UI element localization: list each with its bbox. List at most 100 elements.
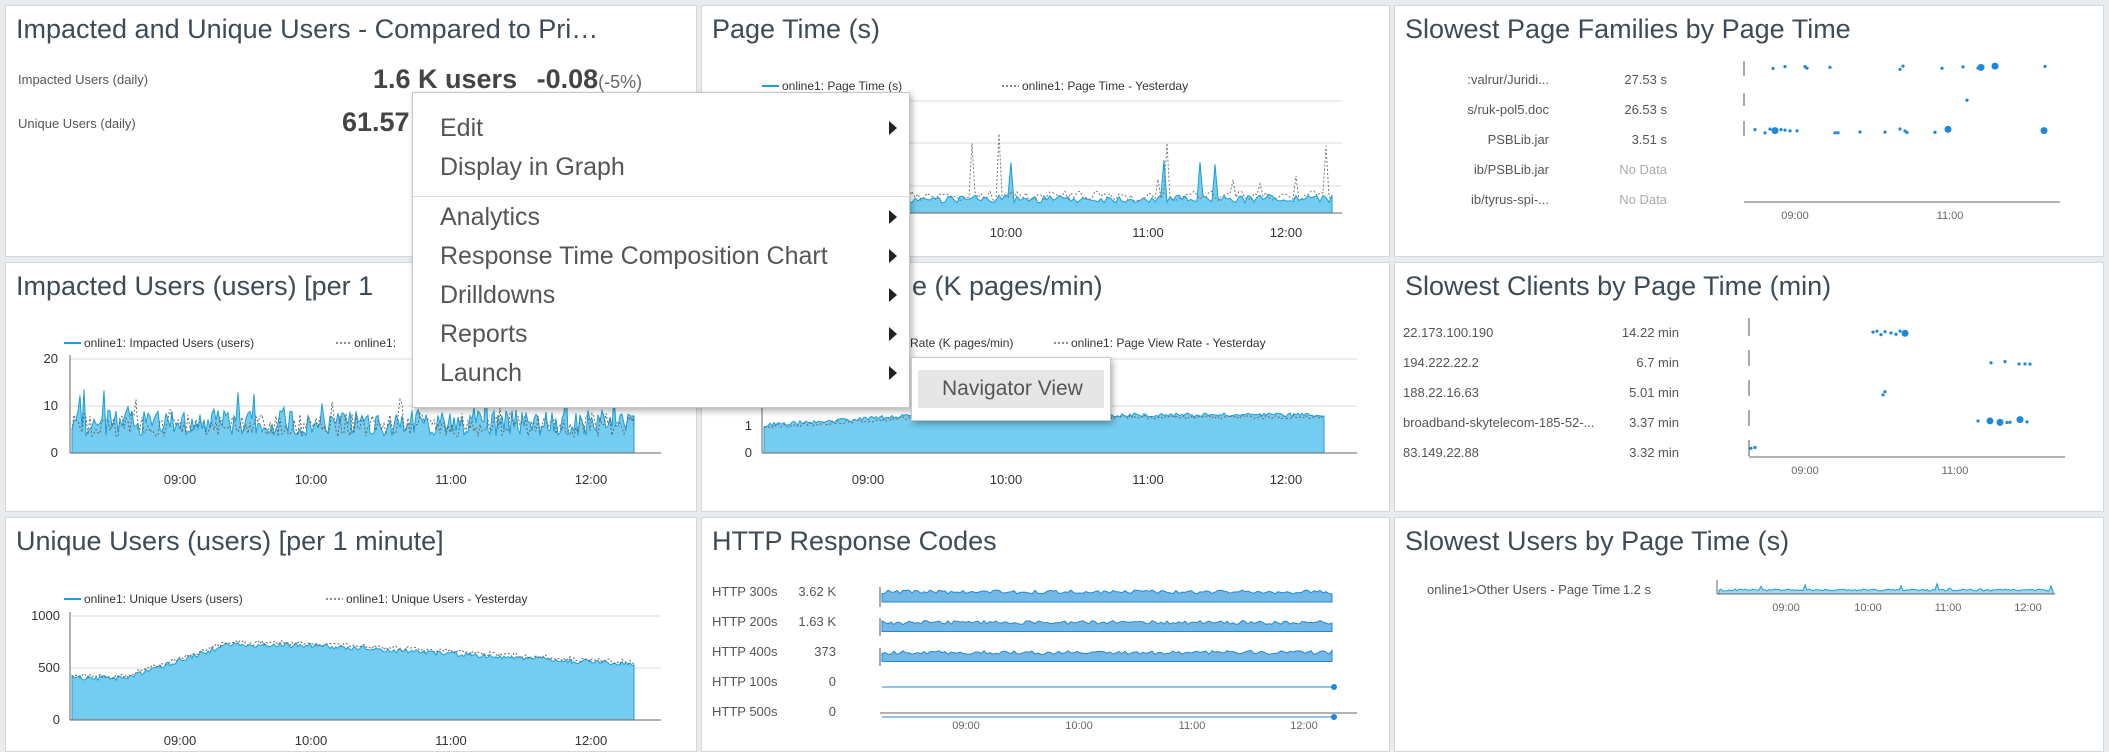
sparkline-point (1976, 419, 1980, 423)
unique-users-label: Unique Users (daily) (18, 116, 136, 131)
sparkline-point (1894, 332, 1898, 336)
sparkline-point (2003, 360, 2007, 364)
sparkline-point (1898, 127, 1902, 131)
submenu-arrow-icon (889, 210, 897, 224)
sparkline-point (1881, 393, 1885, 397)
sparkline-point (1753, 128, 1757, 132)
slowest-users-sparkline: 09:00 10:00 11:00 12:00 (1716, 580, 2055, 614)
menu-item-label: Drilldowns (440, 281, 556, 309)
impacted-users-percent: (-5%) (598, 72, 643, 92)
x-tick: 11:00 (1937, 210, 1964, 222)
legend-unique-users-yesterday: online1: Unique Users - Yesterday (346, 592, 527, 606)
x-tick: 10:00 (295, 733, 328, 748)
legend-page-time-yesterday: online1: Page Time - Yesterday (1022, 79, 1188, 93)
x-tick: 12:00 (1270, 472, 1303, 487)
sparkline-point (1995, 64, 1999, 68)
menu-item-label: Edit (440, 114, 484, 142)
menu-item-response-time-composition-chart[interactable]: Response Time Composition Chart (440, 239, 909, 273)
sparkline-point (2023, 362, 2027, 366)
http-code-sparkline (881, 649, 1333, 662)
sparkline-point (1795, 129, 1799, 133)
submenu-item-navigator-view[interactable]: Navigator View (918, 370, 1104, 408)
y-tick: 1 (745, 418, 752, 433)
x-tick: 11:00 (1132, 472, 1164, 487)
x-tick: 11:00 (1942, 465, 1969, 477)
unique-users-value: 61.57 (342, 107, 410, 137)
x-tick: 12:00 (1290, 720, 1318, 732)
slowest-clients-sparklines: 09:00 11:00 (1748, 318, 2065, 477)
y-tick: 0 (51, 445, 58, 460)
sparkline-point (1961, 65, 1965, 69)
sparkline-point (1875, 329, 1879, 333)
menu-item-drilldowns[interactable]: Drilldowns (440, 278, 909, 312)
legend-impacted-users-yesterday: online1: (354, 336, 396, 350)
sparkline-point (2025, 420, 2029, 424)
sparkline-point (2028, 362, 2032, 366)
x-tick: 12:00 (575, 733, 608, 748)
x-tick: 11:00 (1179, 720, 1206, 732)
x-tick: 09:00 (1772, 602, 1800, 614)
menu-item-display-in-graph[interactable]: Display in Graph (440, 150, 625, 184)
sparkline-point (1768, 127, 1772, 131)
sparkline-point (1749, 446, 1753, 450)
menu-item-analytics[interactable]: Analytics (440, 200, 909, 234)
panel-unique-users: Unique Users (users) [per 1 minute] onli… (5, 517, 697, 752)
sparkline-point (1858, 130, 1862, 134)
x-tick: 12:00 (575, 472, 608, 487)
sparkline-point (2016, 416, 2024, 424)
sparkline-point (1996, 418, 2004, 426)
sparkline-point (1771, 127, 1779, 135)
http-codes-sparklines: 09:00 10:00 11:00 12:00 (879, 587, 1357, 732)
panel-slowest-users: Slowest Users by Page Time (s) online1>O… (1394, 517, 2104, 752)
sparkline-point (1763, 131, 1767, 135)
x-tick: 09:00 (164, 733, 197, 748)
sparkline-point (1883, 330, 1887, 334)
http-code-sparkline (881, 619, 1333, 632)
slowest-user-series (1718, 581, 2054, 595)
y-tick: 0 (53, 712, 60, 727)
x-tick: 09:00 (952, 720, 980, 732)
sparkline-point (2005, 420, 2009, 425)
menu-item-edit[interactable]: Edit (440, 111, 909, 145)
sparkline-point (1901, 64, 1905, 68)
x-tick: 09:00 (1791, 465, 1819, 477)
sparkline-point (1905, 130, 1909, 135)
sparkline-point (1833, 131, 1837, 135)
impacted-users-delta: -0.08 (536, 64, 599, 94)
sparkline-point (1898, 329, 1902, 333)
sparkline-point (1836, 131, 1840, 135)
y-tick: 20 (44, 351, 58, 366)
menu-item-label: Reports (440, 320, 528, 348)
sparkline-point (2017, 362, 2021, 366)
x-tick: 10:00 (990, 472, 1023, 487)
sparkline-point (1871, 330, 1875, 334)
submenu-arrow-icon (889, 366, 897, 380)
http-code-sparkline (881, 589, 1333, 603)
launch-submenu: Navigator View (911, 357, 1111, 421)
panel-slowest-page-families: Slowest Page Families by Page Time :valr… (1394, 5, 2104, 257)
sparkline-point (1965, 98, 1969, 102)
sparkline-point (1783, 128, 1787, 132)
menu-item-reports[interactable]: Reports (440, 317, 909, 351)
sparkline-point (1828, 65, 1832, 69)
sparkline-point (1805, 66, 1809, 70)
x-tick: 11:00 (1935, 602, 1962, 614)
sparkline-point (1753, 445, 1757, 450)
menu-item-launch[interactable]: Launch (440, 356, 909, 390)
panel-http-response-codes: HTTP Response Codes HTTP 300s 3.62 K HTT… (701, 517, 1390, 752)
sparkline-point (1779, 127, 1783, 132)
x-tick: 11:00 (1132, 225, 1164, 240)
x-tick: 10:00 (1065, 720, 1093, 732)
menu-item-label: Response Time Composition Chart (440, 242, 828, 270)
menu-item-label: Analytics (440, 203, 541, 231)
sparkline-point (1883, 130, 1887, 134)
impacted-users-value: 1.6 K users -0.08(-5%) (373, 64, 642, 95)
impacted-users-count: 1.6 K users (373, 64, 518, 94)
x-tick: 12:00 (2014, 602, 2042, 614)
x-tick: 12:00 (1270, 225, 1303, 240)
sparkline-point (1898, 67, 1902, 71)
slowest-families-sparklines: 09:00 11:00 (1743, 61, 2060, 222)
x-tick: 09:00 (164, 472, 197, 487)
sparkline-point (1989, 361, 1993, 365)
legend-page-view-yesterday: online1: Page View Rate - Yesterday (1071, 336, 1266, 350)
